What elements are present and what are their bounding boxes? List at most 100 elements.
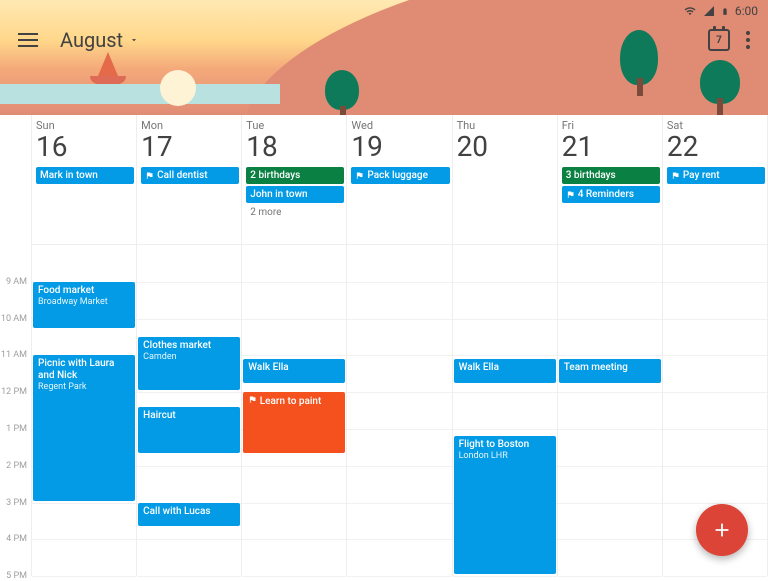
hour-gridline [453,429,557,430]
timed-event[interactable]: Team meeting [559,359,661,383]
hour-gridline [663,429,767,430]
day-column[interactable]: Fri213 birthdays4 RemindersTeam meeting [558,115,663,576]
time-label: 9 AM [6,277,27,287]
timed-event[interactable]: Picnic with Laura and NickRegent Park [33,355,135,500]
day-number: 20 [457,132,555,163]
allday-event-chip[interactable]: Call dentist [141,167,239,184]
hour-gridline [663,466,767,467]
day-header: Sat22Pay rent [663,115,767,245]
allday-event-chip[interactable]: 2 birthdays [246,167,344,184]
create-event-fab[interactable] [696,504,748,556]
time-gutter: 9 AM10 AM11 AM12 PM1 PM2 PM3 PM4 PM5 PM [0,115,32,576]
hour-gridline [32,539,136,540]
hour-gridline [453,392,557,393]
header-illustration [717,98,723,115]
day-column[interactable]: Tue182 birthdaysJohn in town2 moreWalk E… [242,115,347,576]
hour-gridline [347,539,451,540]
hour-gridline [242,355,346,356]
hour-gridline [453,282,557,283]
month-selector[interactable]: August [60,28,139,52]
timed-event[interactable]: Walk Ella [454,359,556,383]
day-column[interactable]: Sun16Mark in townFood marketBroadway Mar… [32,115,137,576]
day-hours[interactable]: Walk Ella Learn to paint [242,245,346,576]
day-hours[interactable]: Clothes marketCamden Haircut Call with Luc… [137,245,241,576]
header-illustration [637,78,643,96]
timed-event[interactable]: Clothes marketCamden [138,337,240,390]
chevron-down-icon [129,35,139,45]
day-hours[interactable]: Team meeting [558,245,662,576]
hour-gridline [347,392,451,393]
allday-event-chip[interactable]: 4 Reminders [562,186,660,203]
header-illustration [325,70,359,110]
header-illustration [90,76,126,84]
timed-event[interactable]: Learn to paint [243,392,345,453]
day-number: 21 [562,132,660,163]
wifi-icon [683,5,697,17]
hour-gridline [137,392,241,393]
hour-gridline [663,392,767,393]
today-badge-number: 7 [716,35,722,46]
hour-gridline [242,503,346,504]
timed-event[interactable]: Haircut [138,407,240,453]
hour-gridline [663,319,767,320]
today-button[interactable]: 7 [708,29,730,51]
day-header: Tue182 birthdaysJohn in town2 more [242,115,346,245]
battery-icon [721,5,729,18]
hour-gridline [242,576,346,577]
time-label: 4 PM [6,534,27,544]
timed-event[interactable]: Call with Lucas [138,503,240,527]
allday-event-chip[interactable]: John in town [246,186,344,203]
month-label: August [60,28,123,52]
day-header: Mon17Call dentist [137,115,241,245]
hour-gridline [558,539,662,540]
hour-gridline [453,576,557,577]
hour-gridline [137,282,241,283]
hour-gridline [137,539,241,540]
time-label: 11 AM [1,350,27,360]
hour-gridline [558,282,662,283]
time-label: 1 PM [6,424,27,434]
calendar-header: 6:00 August 7 [0,0,768,115]
overflow-menu-icon[interactable] [746,31,750,49]
hour-gridline [242,319,346,320]
timed-event[interactable]: Food marketBroadway Market [33,282,135,328]
hour-gridline [137,576,241,577]
more-events-link[interactable]: 2 more [246,205,344,220]
hour-gridline [137,466,241,467]
allday-event-chip[interactable]: Pay rent [667,167,765,184]
hour-gridline [347,355,451,356]
plus-icon [711,519,733,541]
hour-gridline [347,429,451,430]
hour-gridline [347,319,451,320]
hour-gridline [137,319,241,320]
day-number: 17 [141,132,239,163]
day-hours[interactable]: Walk Ella Flight to BostonLondon LHR [453,245,557,576]
day-number: 19 [351,132,449,163]
allday-event-chip[interactable]: Pack luggage [351,167,449,184]
hour-gridline [558,355,662,356]
day-hours[interactable] [347,245,451,576]
day-hours[interactable]: Food marketBroadway Market Picnic with La… [32,245,136,576]
hour-gridline [347,466,451,467]
day-column[interactable]: Mon17Call dentistClothes marketCamdenHai… [137,115,242,576]
allday-event-chip[interactable]: Mark in town [36,167,134,184]
header-illustration [98,52,118,76]
calendar-grid: 9 AM10 AM11 AM12 PM1 PM2 PM3 PM4 PM5 PM … [0,115,768,576]
allday-event-chip[interactable]: 3 birthdays [562,167,660,184]
hour-gridline [453,355,557,356]
day-number: 16 [36,132,134,163]
days-container: Sun16Mark in townFood marketBroadway Mar… [32,115,768,576]
header-illustration [340,106,346,115]
hour-gridline [242,539,346,540]
hour-gridline [558,392,662,393]
hour-gridline [32,503,136,504]
timed-event[interactable]: Flight to BostonLondon LHR [454,436,556,574]
timed-event[interactable]: Walk Ella [243,359,345,383]
day-column[interactable]: Thu20Walk EllaFlight to BostonLondon LHR [453,115,558,576]
day-column[interactable]: Wed19Pack luggage [347,115,452,576]
day-number: 18 [246,132,344,163]
menu-icon[interactable] [18,33,38,47]
hour-gridline [242,466,346,467]
hour-gridline [32,576,136,577]
header-illustration [160,70,196,106]
